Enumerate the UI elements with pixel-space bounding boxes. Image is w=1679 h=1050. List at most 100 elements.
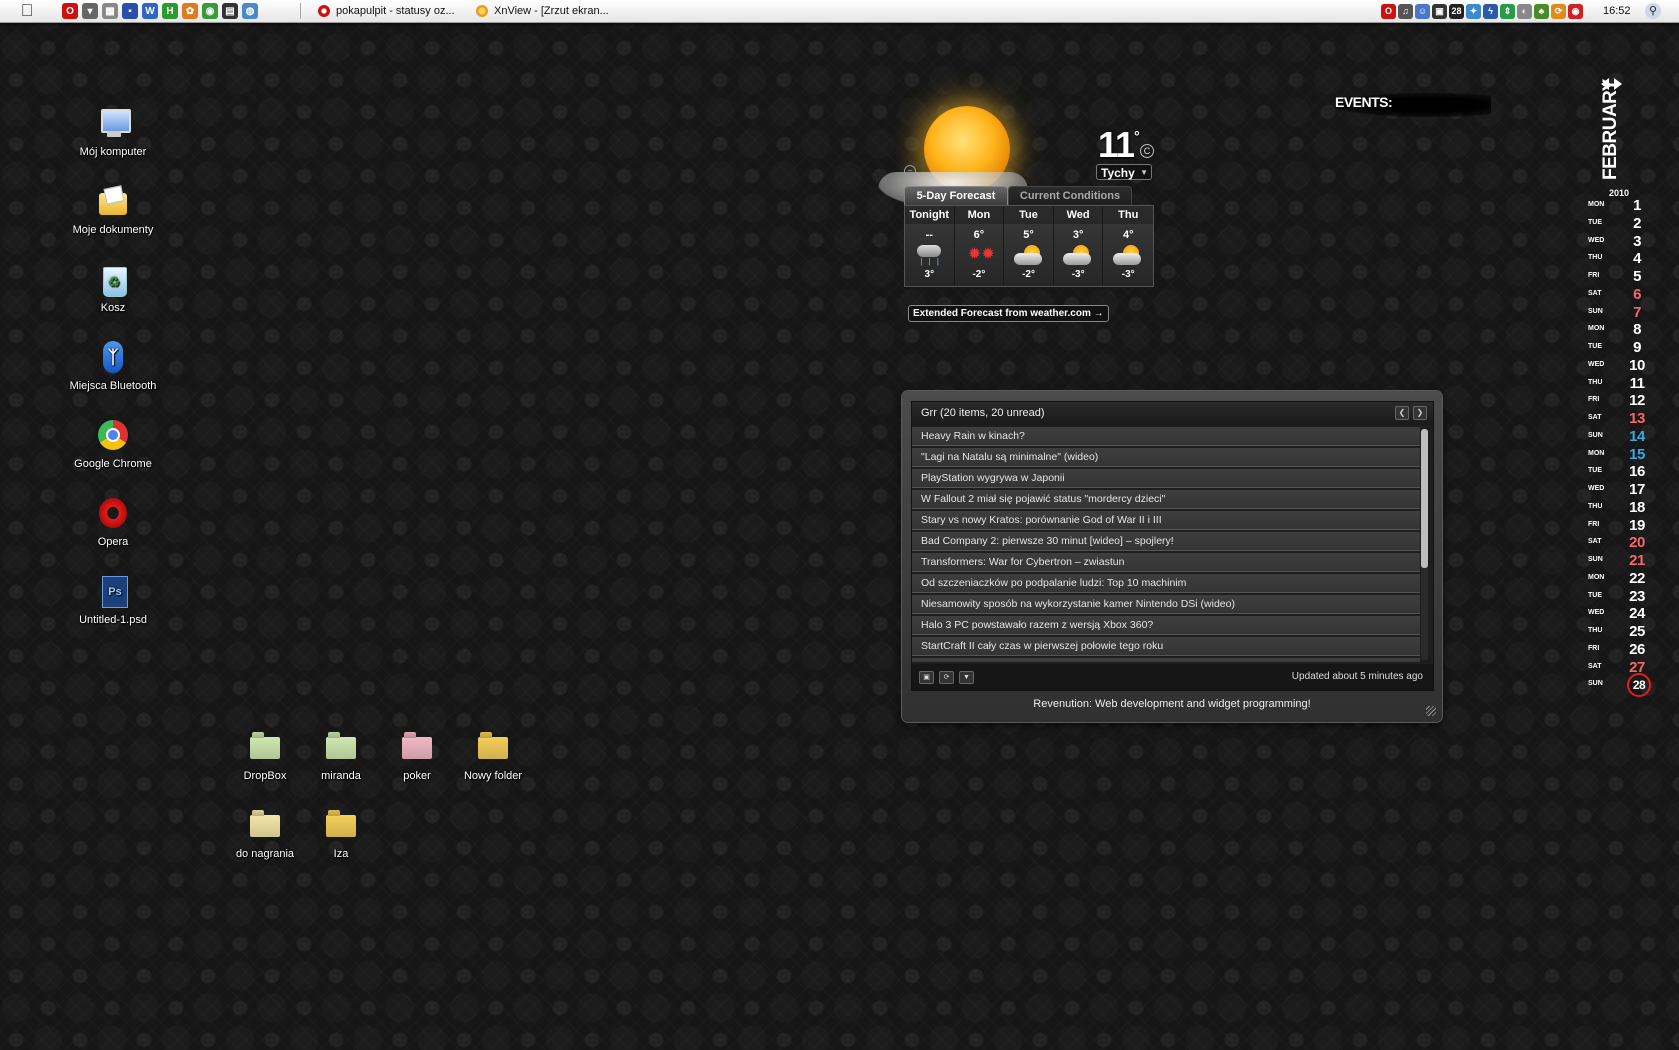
clock[interactable]: 16:52 [1603,0,1631,22]
calendar-day[interactable]: MON 22 [1588,569,1668,588]
calendar-weekday: FRI [1588,272,1600,279]
apple-menu-icon[interactable]:  [17,1,37,21]
weather-settings-icon[interactable]: – [904,165,916,177]
grr-list-item[interactable]: Just Cause 2 – szczegóły na temat dema [912,658,1420,662]
app-green-icon[interactable]: H [162,3,178,19]
calendar-day[interactable]: TUE 23 [1588,587,1668,606]
calendar-day[interactable]: SUN 14 [1588,427,1668,446]
calendar-weekday: WED [1588,609,1605,617]
grr-list-item[interactable]: Niesamowity sposób na wykorzystanie kame… [912,595,1420,614]
folder-nowy-folder[interactable]: Nowy folder [448,730,538,783]
desktop-icon-psd-file[interactable]: Ps Untitled-1.psd [68,574,158,627]
mark-read-icon[interactable]: ▣ [919,671,934,684]
taskbar-task-opera[interactable]: pokapulpit - statusy oz... [318,0,455,22]
opera-icon[interactable]: O [62,3,78,19]
forecast-low: -3° [1071,269,1085,280]
grr-list-item[interactable]: PlayStation wygrywa w Japonii [912,469,1420,488]
app-icon[interactable]: ▾ [82,3,98,19]
calendar-day[interactable]: THU 11 [1588,374,1668,393]
desktop-icon-opera[interactable]: Opera [68,496,158,549]
calendar-day[interactable]: TUE 16 [1588,462,1668,481]
desktop-icon-my-computer[interactable]: Mój komputer [68,106,158,159]
calendar-day-number: 3 [1633,232,1641,250]
globe-icon[interactable]: ◍ [242,3,258,19]
user-icon[interactable]: ☺ [1415,3,1430,19]
grr-list-item[interactable]: "Lagi na Natalu są minimalne" (wideo) [912,448,1420,467]
calendar-day[interactable]: MON 1 [1588,196,1668,215]
network-icon[interactable]: ✦ [1466,3,1481,19]
chrome-icon[interactable]: ◉ [202,3,218,19]
extended-forecast-link[interactable]: Extended Forecast from weather.com → [908,305,1109,322]
calendar-day[interactable]: SAT 6 [1588,285,1668,304]
refresh-icon[interactable]: ⟳ [939,671,954,684]
xnview-icon [476,5,488,17]
calendar-day[interactable]: SAT 13 [1588,409,1668,428]
calendar-day[interactable]: WED 24 [1588,604,1668,623]
search-icon[interactable]: ⚲ [1645,3,1661,19]
grr-scrollbar[interactable] [1421,429,1428,660]
grr-scroll-thumb[interactable] [1421,429,1428,568]
calendar-day[interactable]: THU 18 [1588,498,1668,517]
headphones-icon[interactable]: ♫ [1398,3,1413,19]
resize-grip-icon[interactable] [1426,706,1436,716]
grr-list-item[interactable]: StartCraft II cały czas w pierwszej poło… [912,637,1420,656]
grr-list-item[interactable]: Od szczeniaczków po podpalanie ludzi: To… [912,574,1420,593]
calendar-day-number: 17 [1629,481,1645,498]
grr-list-item[interactable]: W Fallout 2 miał się pojawić status "mor… [912,490,1420,509]
film-icon[interactable]: ▤ [222,3,238,19]
calendar-day[interactable]: TUE 9 [1588,338,1668,357]
grr-list-item[interactable]: Stary vs nowy Kratos: porównanie God of … [912,511,1420,530]
calendar-day[interactable]: MON 8 [1588,320,1668,339]
opera-tray-icon[interactable]: O [1381,3,1396,19]
calendar-day[interactable]: MON 15 [1588,445,1668,464]
calendar-day[interactable]: FRI 26 [1588,640,1668,659]
grr-list-item[interactable]: Halo 3 PC powstawało razem z wersją Xbox… [912,616,1420,635]
unit-toggle[interactable]: C [1140,144,1154,158]
calendar-day[interactable]: FRI 5 [1588,267,1668,286]
monitor-icon[interactable]: ▣ [1432,3,1447,19]
chevron-left-icon[interactable]: ❮ [1395,406,1409,420]
filter-icon[interactable]: ▼ [959,671,974,684]
calendar-day[interactable]: SAT 20 [1588,533,1668,552]
leaf-icon[interactable]: ♣ [1534,3,1549,19]
taskbar-task-xnview[interactable]: XnView - [Zrzut ekran... [476,0,609,22]
calendar-day[interactable]: TUE 2 [1588,214,1668,233]
power-icon[interactable]: ϟ [1483,3,1498,19]
partly-cloudy-icon [1063,245,1093,265]
desktop-icon-recycle-bin[interactable]: ♻ Kosz [68,262,158,315]
grr-list-item[interactable]: Transformers: War for Cybertron – zwiast… [912,553,1420,572]
grr-list-item[interactable]: Bad Company 2: pierwsze 30 minut [wideo]… [912,532,1420,551]
volume-icon[interactable]: ◉ [1568,3,1583,19]
folder-icon [326,737,356,759]
calendar-day[interactable]: FRI 12 [1588,391,1668,410]
desktop-icon-bluetooth[interactable]: ᛉ Miejsca Bluetooth [68,340,158,393]
shield-icon[interactable]: ◐ [1517,3,1532,19]
chevron-right-icon[interactable]: ❯ [1413,406,1427,420]
update-icon[interactable]: ⟳ [1551,3,1566,19]
grr-footer[interactable]: Revenution: Web development and widget p… [902,692,1442,716]
folder-iza[interactable]: Iza [296,808,386,861]
forecast-low: 3° [924,269,935,280]
tab-5-day-forecast[interactable]: 5-Day Forecast [904,186,1008,205]
city-selector[interactable]: Tychy ▼ [1096,164,1152,180]
paint-icon[interactable]: ✿ [182,3,198,19]
calendar-day[interactable]: FRI 19 [1588,516,1668,535]
calendar-day[interactable]: SUN 21 [1588,551,1668,570]
desktop-icon-google-chrome[interactable]: Google Chrome [68,418,158,471]
calendar-day[interactable]: SUN 7 [1588,303,1668,322]
calendar-day[interactable]: WED 17 [1588,480,1668,499]
calendar-day[interactable]: SAT 27 [1588,658,1668,677]
sync-icon[interactable]: ⇕ [1500,3,1515,19]
calendar-day[interactable]: WED 3 [1588,232,1668,251]
tab-current-conditions[interactable]: Current Conditions [1008,186,1132,205]
desktop-icon-my-documents[interactable]: Moje dokumenty [68,184,158,237]
calendar-day-today[interactable]: SUN 28 [1588,673,1668,698]
calendar-tray-icon[interactable]: 28 [1449,3,1464,19]
grr-list-item[interactable]: Heavy Rain w kinach? [912,427,1420,446]
calendar-app-icon[interactable]: ▦ [102,3,118,19]
word-icon[interactable]: W [142,3,158,19]
calendar-day[interactable]: THU 4 [1588,249,1668,268]
save-icon[interactable]: ▪ [122,3,138,19]
calendar-day[interactable]: WED 10 [1588,356,1668,375]
calendar-day[interactable]: THU 25 [1588,622,1668,641]
